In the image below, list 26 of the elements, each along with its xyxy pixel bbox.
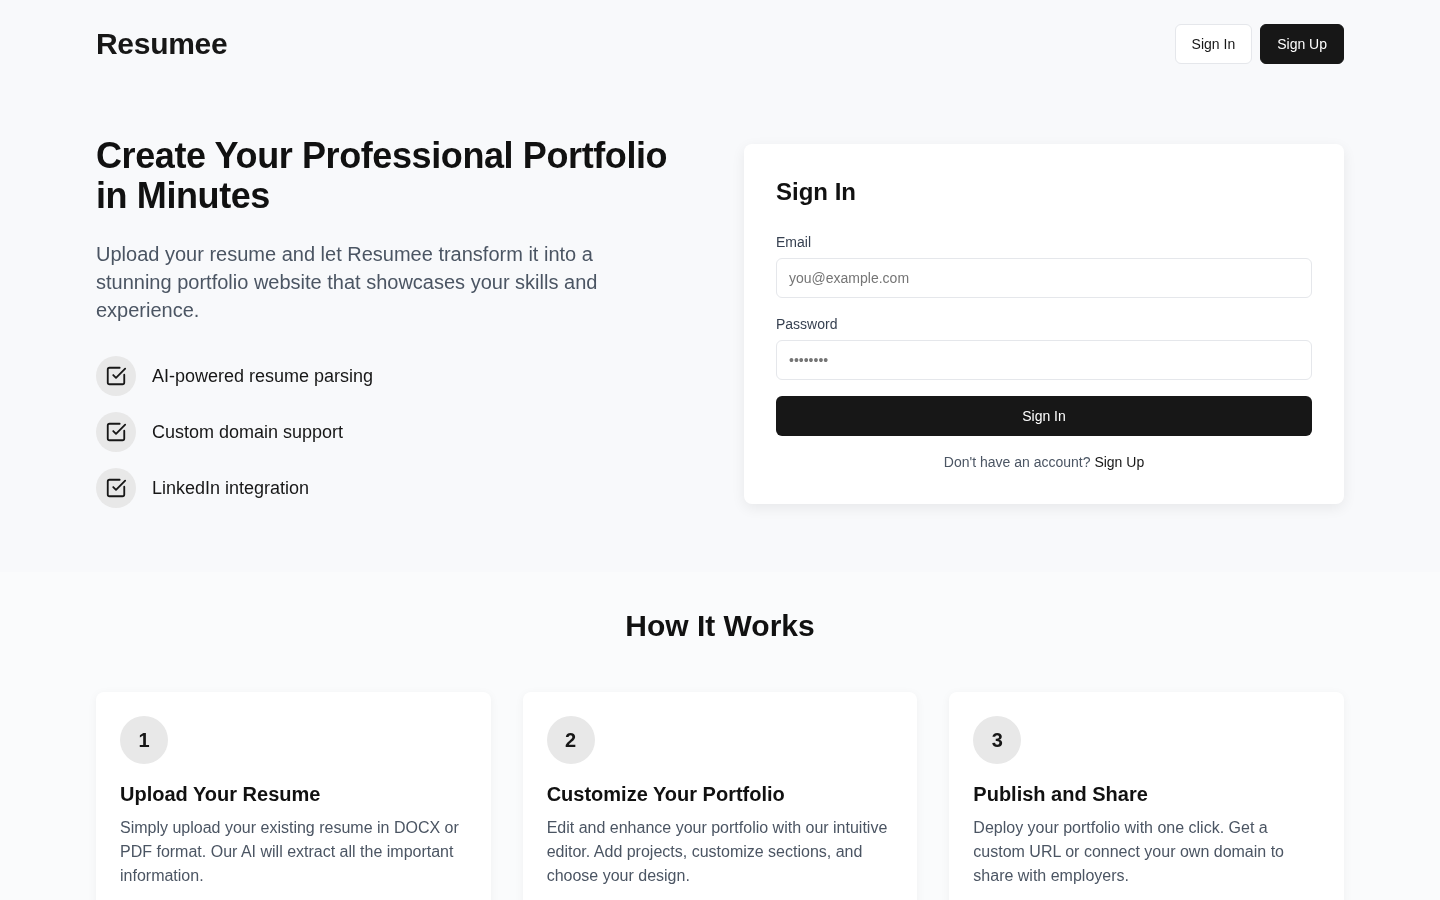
step-description: Edit and enhance your portfolio with our intuitive editor. Add projects, customize sections, and choose your design. <box>546 818 889 886</box>
card-title: Sign In <box>776 177 857 207</box>
step-title: Upload Your Resume <box>120 782 322 807</box>
submit-button[interactable]: Sign In <box>776 396 1312 436</box>
sign-up-link[interactable]: Sign Up <box>1094 454 1145 470</box>
feature-text: LinkedIn integration <box>152 477 310 500</box>
step-description: Simply upload your existing resume in DOCX or PDF format. Our AI will extract all the important information. <box>120 818 460 886</box>
step-title: Publish and Share <box>973 782 1149 807</box>
input-field[interactable]: •••••••• <box>776 340 1312 380</box>
step-description: Deploy your portfolio with one click. Get a custom URL or connect your own domain to share with employers. <box>973 818 1285 886</box>
feature-text: Custom domain support <box>152 421 344 444</box>
logo: Resumee <box>96 27 228 61</box>
field-label: Password <box>776 315 839 334</box>
step-title: Customize Your Portfolio <box>546 782 786 807</box>
sign-in-button[interactable]: Sign In <box>1174 24 1253 64</box>
section-title: How It Works <box>624 608 816 644</box>
step-number: 2 <box>546 716 595 764</box>
step-number: 1 <box>120 716 168 764</box>
hero-subtitle: Upload your resume and let Resumee transform it into a stunning portfolio website that showcases your skills and experience. <box>96 242 599 323</box>
input-field[interactable]: you@example.com <box>776 258 1312 298</box>
sign-up-prompt: Don't have an account? Sign Up <box>942 453 1146 472</box>
sign-up-button[interactable]: Sign Up <box>1260 24 1344 64</box>
hero-title: Create Your Professional Portfolio in Minutes <box>96 136 669 216</box>
field-label: Email <box>776 233 812 252</box>
step-number: 3 <box>973 716 1022 764</box>
feature-text: AI-powered resume parsing <box>152 365 374 388</box>
